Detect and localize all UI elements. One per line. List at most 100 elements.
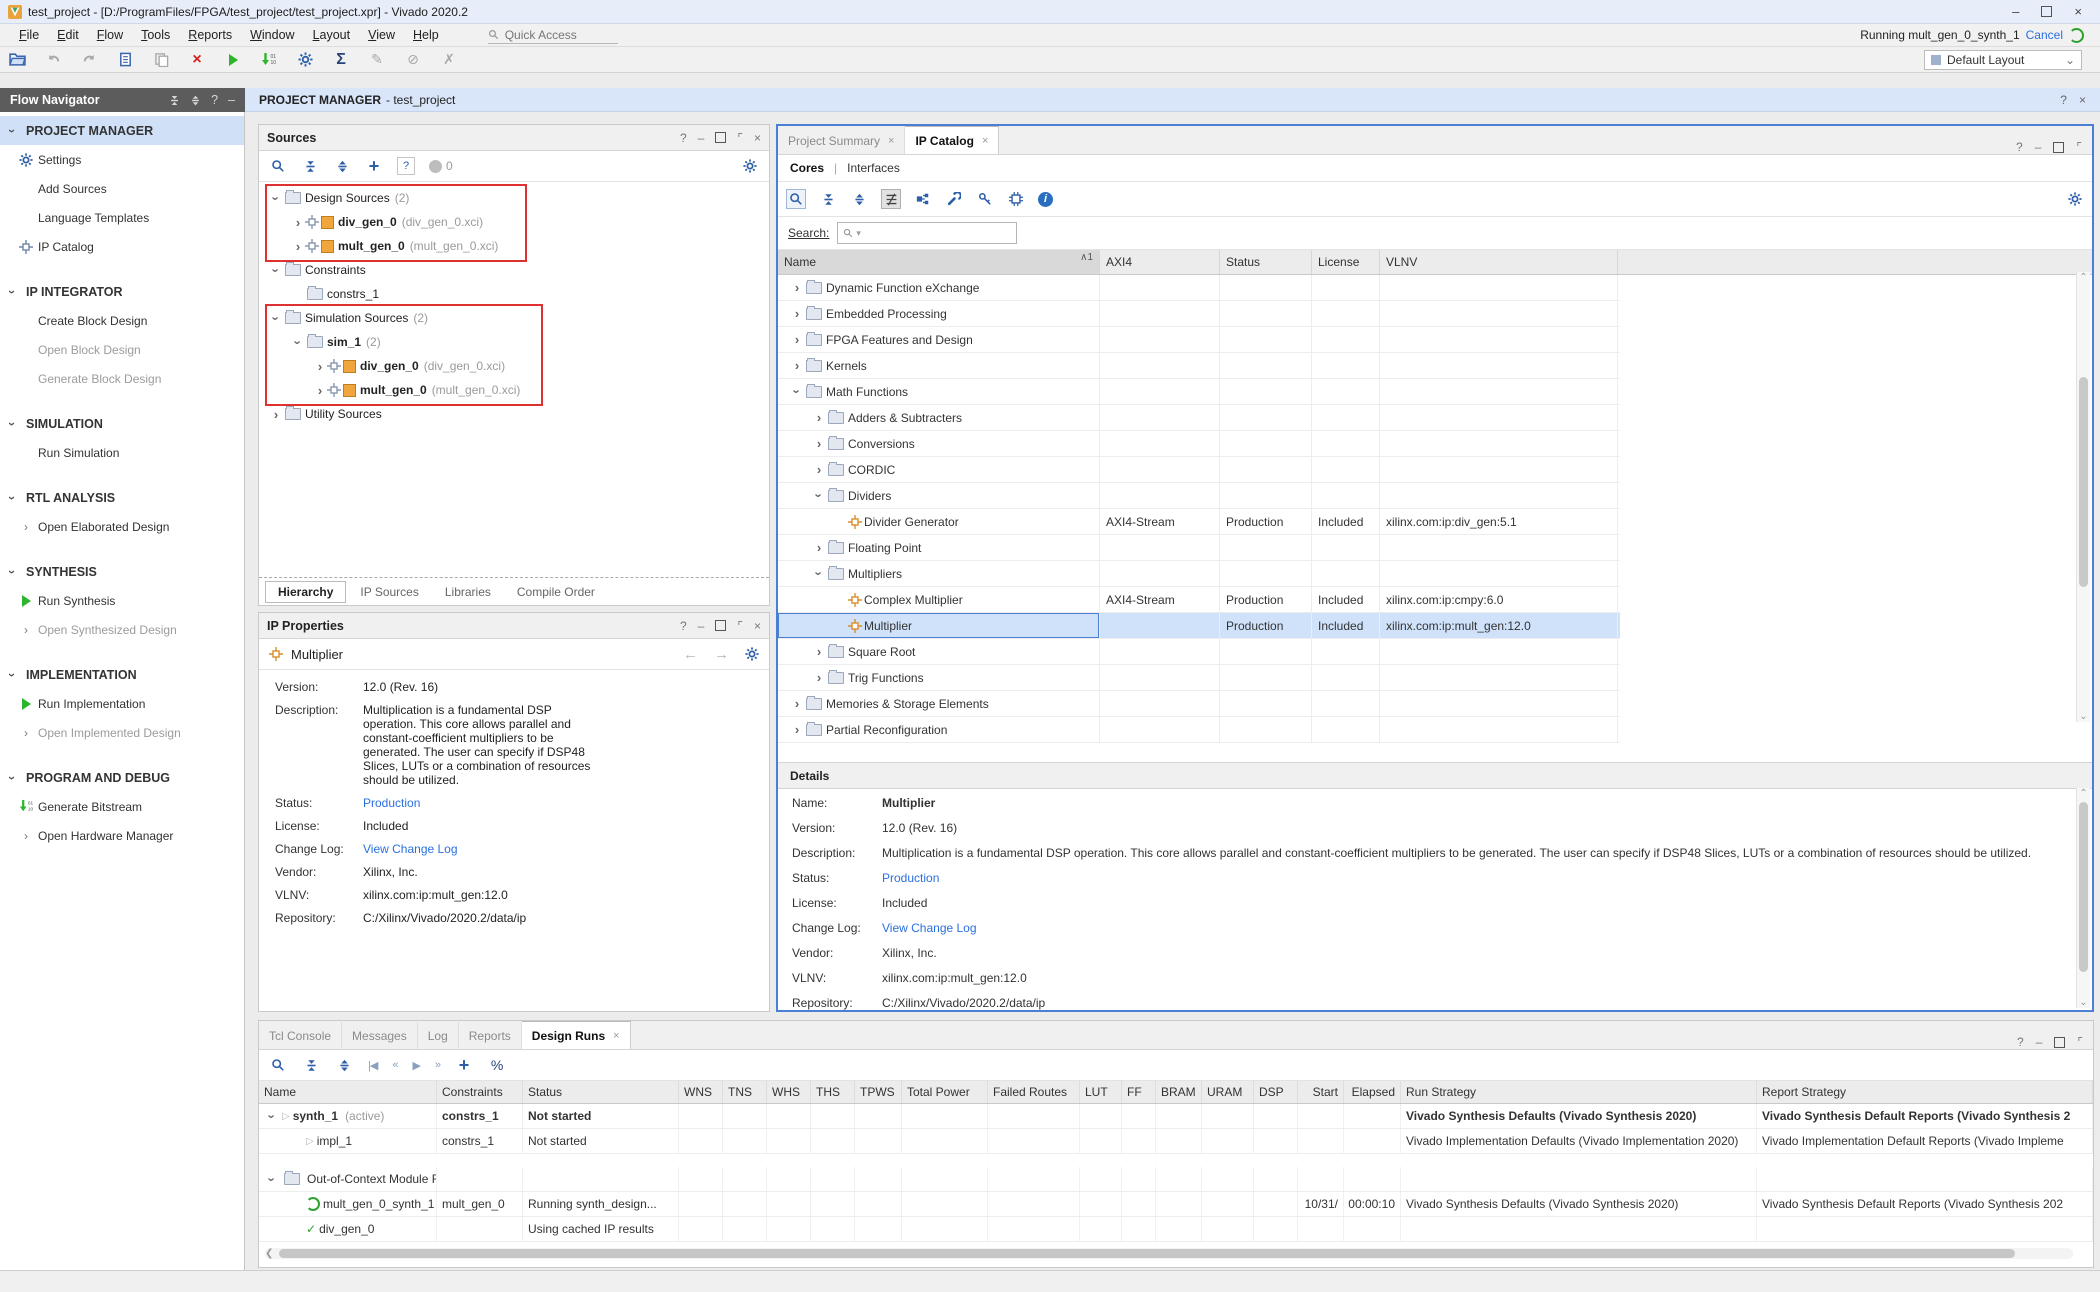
copy-icon[interactable] — [152, 51, 170, 69]
tab-ip-sources[interactable]: IP Sources — [348, 582, 430, 602]
scroll-left-icon[interactable]: ❮ — [265, 1248, 273, 1259]
tab-hierarchy[interactable]: Hierarchy — [265, 581, 346, 603]
generate-bitstream-icon[interactable] — [260, 51, 278, 69]
report-document-icon[interactable] — [116, 51, 134, 69]
expand-chevron-icon[interactable] — [289, 1134, 303, 1149]
catalog-tree-row[interactable]: Dynamic Function eXchange — [778, 275, 1620, 301]
expand-chevron-icon[interactable] — [291, 239, 305, 254]
minimize-panel-icon[interactable]: – — [2035, 140, 2042, 154]
expand-chevron-icon[interactable] — [291, 215, 305, 230]
help-icon[interactable]: ? — [2016, 140, 2023, 154]
close-tab-icon[interactable]: × — [982, 135, 988, 147]
maximize-panel-icon[interactable] — [2054, 1037, 2065, 1048]
menu-help[interactable]: Help — [404, 26, 448, 44]
flow-navigator-item[interactable]: › Open Block Design — [0, 335, 244, 364]
settings-gear-icon[interactable] — [296, 51, 314, 69]
add-repository-icon[interactable] — [914, 190, 932, 208]
catalog-tree-row[interactable]: Embedded Processing — [778, 301, 1620, 327]
scroll-up-icon[interactable]: ⌃ — [2077, 788, 2090, 799]
expand-chevron-icon[interactable] — [812, 566, 826, 581]
expand-chevron-icon[interactable] — [289, 1197, 303, 1212]
tab-messages[interactable]: Messages — [342, 1022, 418, 1049]
delete-icon[interactable]: × — [188, 51, 206, 69]
expand-all-icon[interactable] — [190, 95, 201, 106]
flow-navigator-item[interactable]: › Open Implemented Design — [0, 718, 244, 747]
expand-chevron-icon[interactable] — [812, 644, 826, 659]
search-icon[interactable] — [269, 157, 287, 175]
catalog-tree-row[interactable]: FPGA Features and Design — [778, 327, 1620, 353]
catalog-search-box[interactable]: ▾ — [837, 222, 1017, 244]
catalog-tree-row[interactable]: Dividers — [778, 483, 1620, 509]
settings-gear-icon[interactable] — [741, 157, 759, 175]
ip-chip-icon[interactable] — [1007, 190, 1025, 208]
source-tree-item[interactable]: div_gen_0 (div_gen_0.xci) — [259, 210, 769, 234]
create-run-plus-icon[interactable]: + — [455, 1056, 473, 1074]
add-sources-icon[interactable]: + — [365, 157, 383, 175]
source-tree-item[interactable]: div_gen_0 (div_gen_0.xci) — [259, 354, 769, 378]
collapse-all-icon[interactable] — [819, 190, 837, 208]
run-icon[interactable] — [224, 51, 242, 69]
flow-navigator-item[interactable]: › Generate Bitstream — [0, 792, 244, 821]
customize-ip-wrench-icon[interactable] — [945, 190, 963, 208]
column-lut[interactable]: LUT — [1080, 1081, 1122, 1103]
tab-ip-catalog[interactable]: IP Catalog × — [905, 126, 999, 154]
source-tree-item[interactable]: Simulation Sources (2) — [259, 306, 769, 330]
source-tree-item[interactable]: mult_gen_0 (mult_gen_0.xci) — [259, 378, 769, 402]
report-utilization-sigma-icon[interactable]: Σ — [332, 51, 350, 69]
float-panel-icon[interactable]: ⌜ — [737, 619, 743, 633]
expander-triangle-icon[interactable]: ▷ — [282, 1111, 290, 1122]
maximize-panel-icon[interactable] — [715, 620, 726, 631]
expand-all-icon[interactable] — [333, 157, 351, 175]
scroll-down-icon[interactable]: ⌄ — [2077, 997, 2090, 1008]
expand-chevron-icon[interactable] — [834, 592, 848, 607]
scrollbar-thumb[interactable] — [2079, 802, 2088, 972]
flow-navigator-item[interactable]: › PROGRAM AND DEBUG — [0, 763, 244, 792]
catalog-tree-row[interactable]: Conversions — [778, 431, 1620, 457]
search-icon[interactable] — [786, 189, 806, 209]
quick-access-search[interactable] — [488, 26, 618, 44]
collapse-all-icon[interactable] — [302, 1056, 320, 1074]
design-run-row[interactable]: ▷ ✓ div_gen_0 Using cached IP results — [259, 1217, 2093, 1242]
scrollbar-thumb[interactable] — [2079, 377, 2088, 587]
float-panel-icon[interactable]: ⌜ — [2077, 1035, 2083, 1049]
expand-chevron-icon[interactable] — [291, 287, 305, 302]
close-tab-icon[interactable]: × — [613, 1030, 619, 1042]
column-start[interactable]: Start — [1298, 1081, 1344, 1103]
flow-navigator-item[interactable]: › Create Block Design — [0, 306, 244, 335]
catalog-tree-row[interactable]: Math Functions — [778, 379, 1620, 405]
design-run-row[interactable]: ▷ ✓ impl_1 constrs_1 Not started — [259, 1129, 2093, 1154]
tab-tcl-console[interactable]: Tcl Console — [259, 1022, 342, 1049]
float-panel-icon[interactable]: ⌜ — [737, 131, 743, 145]
settings-gear-icon[interactable] — [2066, 190, 2084, 208]
design-run-row[interactable]: ▷ ✓ — [259, 1154, 2093, 1167]
expand-chevron-icon[interactable] — [834, 514, 848, 529]
catalog-tree-row[interactable]: Trig Functions — [778, 665, 1620, 691]
forward-arrow-icon[interactable]: → — [714, 646, 729, 663]
flow-navigator-item[interactable]: › Language Templates — [0, 203, 244, 232]
redo-icon[interactable] — [80, 51, 98, 69]
menu-layout[interactable]: Layout — [304, 26, 360, 44]
help-icon[interactable]: ? — [680, 619, 687, 633]
flow-navigator-item[interactable]: › RTL ANALYSIS — [0, 483, 244, 512]
flow-navigator-item[interactable]: › Run Synthesis — [0, 586, 244, 615]
minimize-panel-icon[interactable]: – — [698, 619, 705, 633]
expand-chevron-icon[interactable] — [269, 407, 283, 422]
flow-navigator-item[interactable]: › Run Simulation — [0, 438, 244, 467]
flow-navigator-item[interactable]: › IP Catalog — [0, 232, 244, 261]
expand-chevron-icon[interactable] — [790, 280, 804, 295]
column-ff[interactable]: FF — [1122, 1081, 1156, 1103]
flow-navigator-item[interactable]: › Add Sources — [0, 174, 244, 203]
collapse-all-icon[interactable] — [301, 157, 319, 175]
close-panel-icon[interactable]: × — [754, 131, 761, 145]
tab-design-runs[interactable]: Design Runs × — [522, 1021, 631, 1049]
flow-navigator-item[interactable]: › Settings — [0, 145, 244, 174]
layout-selector-dropdown[interactable]: Default Layout ⌄ — [1924, 50, 2082, 70]
minimize-window-icon[interactable]: – — [2012, 5, 2019, 18]
tab-project-summary[interactable]: Project Summary × — [778, 127, 905, 154]
help-icon[interactable]: ? — [211, 93, 218, 107]
menu-view[interactable]: View — [359, 26, 404, 44]
help-icon[interactable]: ? — [2017, 1035, 2024, 1049]
expand-chevron-icon[interactable] — [812, 540, 826, 555]
column-name[interactable]: Name ∧1 — [778, 250, 1100, 274]
column-uram[interactable]: URAM — [1202, 1081, 1254, 1103]
